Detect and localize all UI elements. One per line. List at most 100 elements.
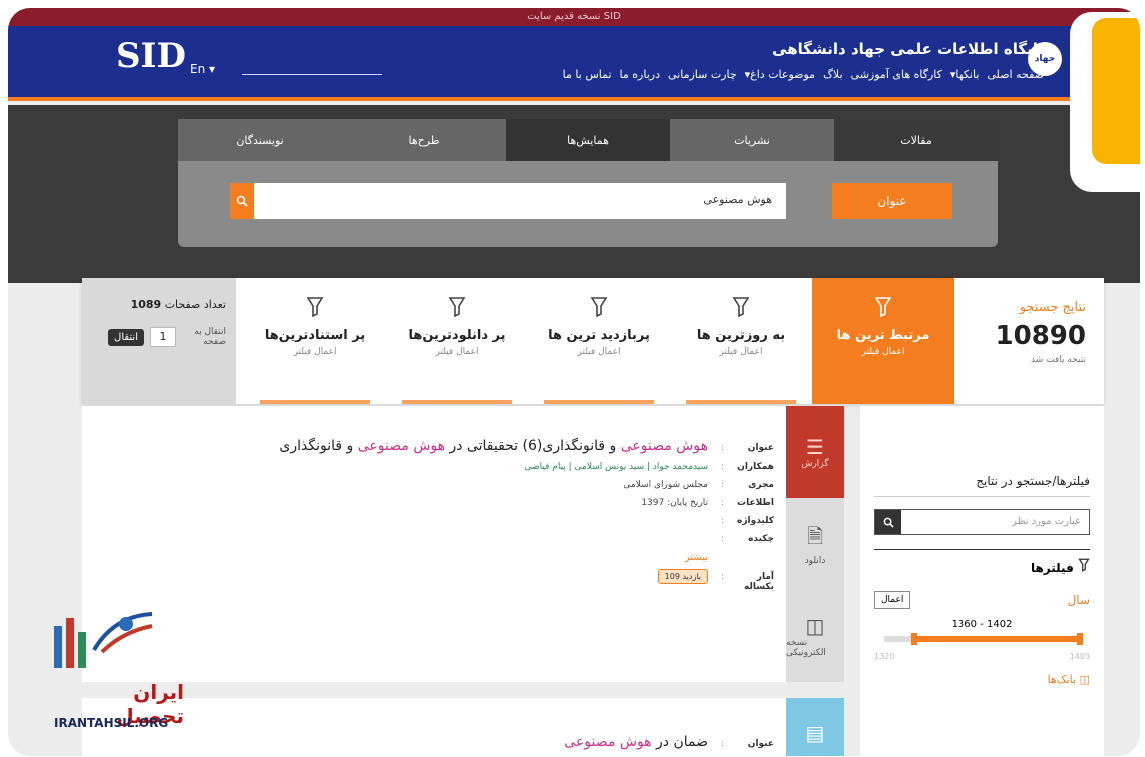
nav-workshops[interactable]: کارگاه های آموزشی: [851, 68, 942, 81]
sort-sub: اعمال فیلتر: [577, 347, 621, 357]
authors-row: همکاران : سیدمحمد جواد | سید یونس اسلامی…: [524, 462, 775, 472]
nav-banks[interactable]: بانکها▾: [950, 68, 980, 81]
search-field-select[interactable]: عنوان: [832, 183, 952, 219]
results-summary: نتایج جستجو 10890 نتیجه یافت شد: [954, 278, 1104, 404]
filter-search-button[interactable]: [875, 510, 901, 534]
field-label: عنوان: [747, 739, 774, 749]
stats-row: آمار یکساله : بازدید 109: [154, 569, 774, 592]
abstract-row: چکیده :: [720, 534, 774, 544]
sort-sub: اعمال فیلتر: [719, 347, 763, 357]
site-header: SID En ▾ پایگاه اطلاعات علمی جهاد دانشگا…: [8, 26, 1140, 101]
corner-badge: [1070, 12, 1140, 192]
slider-handle-max[interactable]: [1077, 633, 1083, 645]
field-label: عنوان: [747, 443, 774, 453]
pagination: تعداد صفحات 1089 انتقال به صفحه 1 انتقال: [82, 278, 236, 404]
sid-logo[interactable]: SID: [116, 36, 186, 76]
title-row: عنوان : هوش مصنوعی و قانونگذاری(6) تحقیق…: [279, 438, 774, 454]
tab-projects[interactable]: طرح‌ها: [342, 119, 506, 161]
field-label: مجری: [748, 480, 774, 490]
report-button[interactable]: ▤: [786, 698, 844, 756]
ebook-icon: ◫: [805, 614, 825, 638]
source-value: مجلس شورای اسلامی: [623, 480, 708, 490]
authors-value[interactable]: سیدمحمد جواد | سید یونس اسلامی | پیام فی…: [525, 462, 709, 472]
sort-sub: اعمال فیلتر: [861, 347, 905, 357]
results-sub: نتیجه یافت شد: [1031, 355, 1086, 365]
main-nav: صفحه اصلی بانکها▾ کارگاه های آموزشی بلاگ…: [563, 68, 1044, 81]
tab-authors[interactable]: نویسندگان: [178, 119, 342, 161]
filter-icon: [306, 297, 324, 318]
views-badge[interactable]: بازدید 109: [657, 569, 708, 584]
filters-title: فیلترها: [874, 549, 1090, 575]
database-icon: ◫: [1079, 673, 1090, 686]
sort-label: پر دانلودترین‌ها: [408, 328, 506, 343]
electronic-version-button[interactable]: ◫ نسخه الکترونیکی: [786, 590, 844, 682]
field-label: کلیدواژه: [737, 516, 774, 526]
year-bounds: 1320 1403: [874, 652, 1090, 661]
field-label: اطلاعات: [737, 498, 774, 508]
tab-articles[interactable]: مقالات: [834, 119, 998, 161]
result-title[interactable]: هوش مصنوعی و قانونگذاری(6) تحقیقاتی در ه…: [279, 438, 708, 454]
nav-about[interactable]: درباره ما: [620, 68, 660, 81]
result-details: عنوان : ضمان در هوش مصنوعی: [154, 734, 774, 756]
nav-contact[interactable]: تماس با ما: [563, 68, 612, 81]
search-section: مقالات نشریات همایش‌ها طرح‌ها نویسندگان …: [8, 105, 1140, 283]
filter-search: عبارت مورد نظر: [874, 509, 1090, 535]
search-input[interactable]: هوش مصنوعی: [254, 183, 786, 219]
source-row: مجری : مجلس شورای اسلامی: [623, 480, 774, 490]
banks-filter[interactable]: ◫ بانک‌ها: [874, 673, 1090, 686]
sort-most-downloaded[interactable]: پر دانلودترین‌ها اعمال فیلتر: [386, 278, 528, 404]
slider-handle-min[interactable]: [911, 633, 918, 645]
nav-org-chart[interactable]: چارت سازمانی: [668, 68, 737, 81]
search-button[interactable]: [230, 183, 254, 219]
results-label: نتایج جستجو: [1019, 300, 1086, 315]
result-actions: ☰ گزارش 🗎 دانلود ◫ نسخه الکترونیکی: [786, 406, 844, 682]
download-button[interactable]: 🗎 دانلود: [786, 498, 844, 590]
action-label: گزارش: [801, 459, 829, 469]
action-label: دانلود: [804, 556, 826, 566]
site-title: پایگاه اطلاعات علمی جهاد دانشگاهی: [772, 40, 1044, 58]
language-switcher[interactable]: En ▾: [190, 62, 215, 76]
field-label: چکیده: [748, 534, 774, 544]
sort-most-viewed[interactable]: پربازدید ترین ها اعمال فیلتر: [528, 278, 670, 404]
field-label: آمار یکساله: [744, 572, 774, 592]
keywords-row: کلیدواژه :: [720, 516, 774, 526]
search-icon: [883, 517, 894, 528]
sort-label: پربازدید ترین ها: [548, 328, 650, 343]
irantahsil-watermark: ایران تحصیل IRANTAHSIL.ORG: [44, 606, 184, 736]
sort-most-cited[interactable]: پر استنادترین‌ها اعمال فیلتر: [244, 278, 386, 404]
sort-newest[interactable]: به روزترین ها اعمال فیلتر: [670, 278, 812, 404]
goto-page-button[interactable]: انتقال: [108, 328, 144, 346]
nav-blog[interactable]: بلاگ: [823, 68, 842, 81]
sort-underline: [402, 400, 512, 404]
filter-icon: [448, 297, 466, 318]
result-details: عنوان : هوش مصنوعی و قانونگذاری(6) تحقیق…: [154, 438, 774, 600]
watermark-en-text: IRANTAHSIL.ORG: [54, 716, 169, 730]
search-box: عنوان هوش مصنوعی: [178, 161, 998, 247]
jehad-logo[interactable]: جهاد: [1028, 42, 1062, 76]
sort-underline: [686, 400, 796, 404]
old-site-banner[interactable]: نسخه قدیم سایت SID: [8, 8, 1140, 26]
result-card: ▤ عنوان : ضمان در هوش مصنوعی: [82, 698, 844, 756]
slider-fill: [911, 636, 1080, 642]
search-tabs: مقالات نشریات همایش‌ها طرح‌ها نویسندگان: [178, 119, 998, 161]
year-filter: سال اعمال: [874, 591, 1090, 609]
tab-conferences[interactable]: همایش‌ها: [506, 119, 670, 161]
tab-journals[interactable]: نشریات: [670, 119, 834, 161]
document-icon: ▤: [805, 721, 825, 745]
year-max: 1403: [1069, 652, 1090, 661]
sort-most-relevant[interactable]: مرتبط ترین ها اعمال فیلتر: [812, 278, 954, 404]
info-value: تاریخ پایان: 1397: [641, 498, 708, 508]
page-number-input[interactable]: 1: [150, 327, 176, 347]
sort-label: پر استنادترین‌ها: [264, 328, 366, 343]
filter-icon: [590, 297, 608, 318]
result-actions: ▤: [786, 698, 844, 756]
more-link[interactable]: بیشتر: [154, 552, 708, 563]
filter-icon: [874, 297, 892, 318]
report-button[interactable]: ☰ گزارش: [786, 406, 844, 498]
filter-search-input[interactable]: عبارت مورد نظر: [901, 510, 1089, 534]
year-slider[interactable]: [884, 633, 1083, 645]
nav-hot-topics[interactable]: موضوعات داغ▾: [745, 68, 815, 81]
search-icon: [236, 195, 248, 207]
result-title[interactable]: ضمان در هوش مصنوعی: [564, 734, 708, 750]
year-apply-button[interactable]: اعمال: [874, 591, 911, 609]
